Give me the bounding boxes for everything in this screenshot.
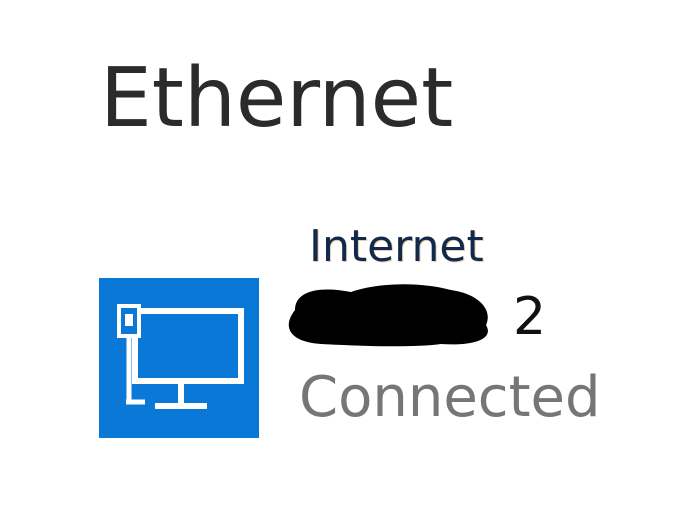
ethernet-monitor-icon xyxy=(117,304,244,409)
network-link-label: Internet xyxy=(309,221,484,272)
redaction-mark xyxy=(288,284,488,347)
connection-status: Connected xyxy=(299,365,601,430)
network-connection-item[interactable]: Internet 2 Connected xyxy=(99,221,601,440)
network-icon-tile xyxy=(99,278,259,438)
network-name-suffix: 2 xyxy=(513,287,547,347)
page-title: Ethernet xyxy=(100,51,454,146)
